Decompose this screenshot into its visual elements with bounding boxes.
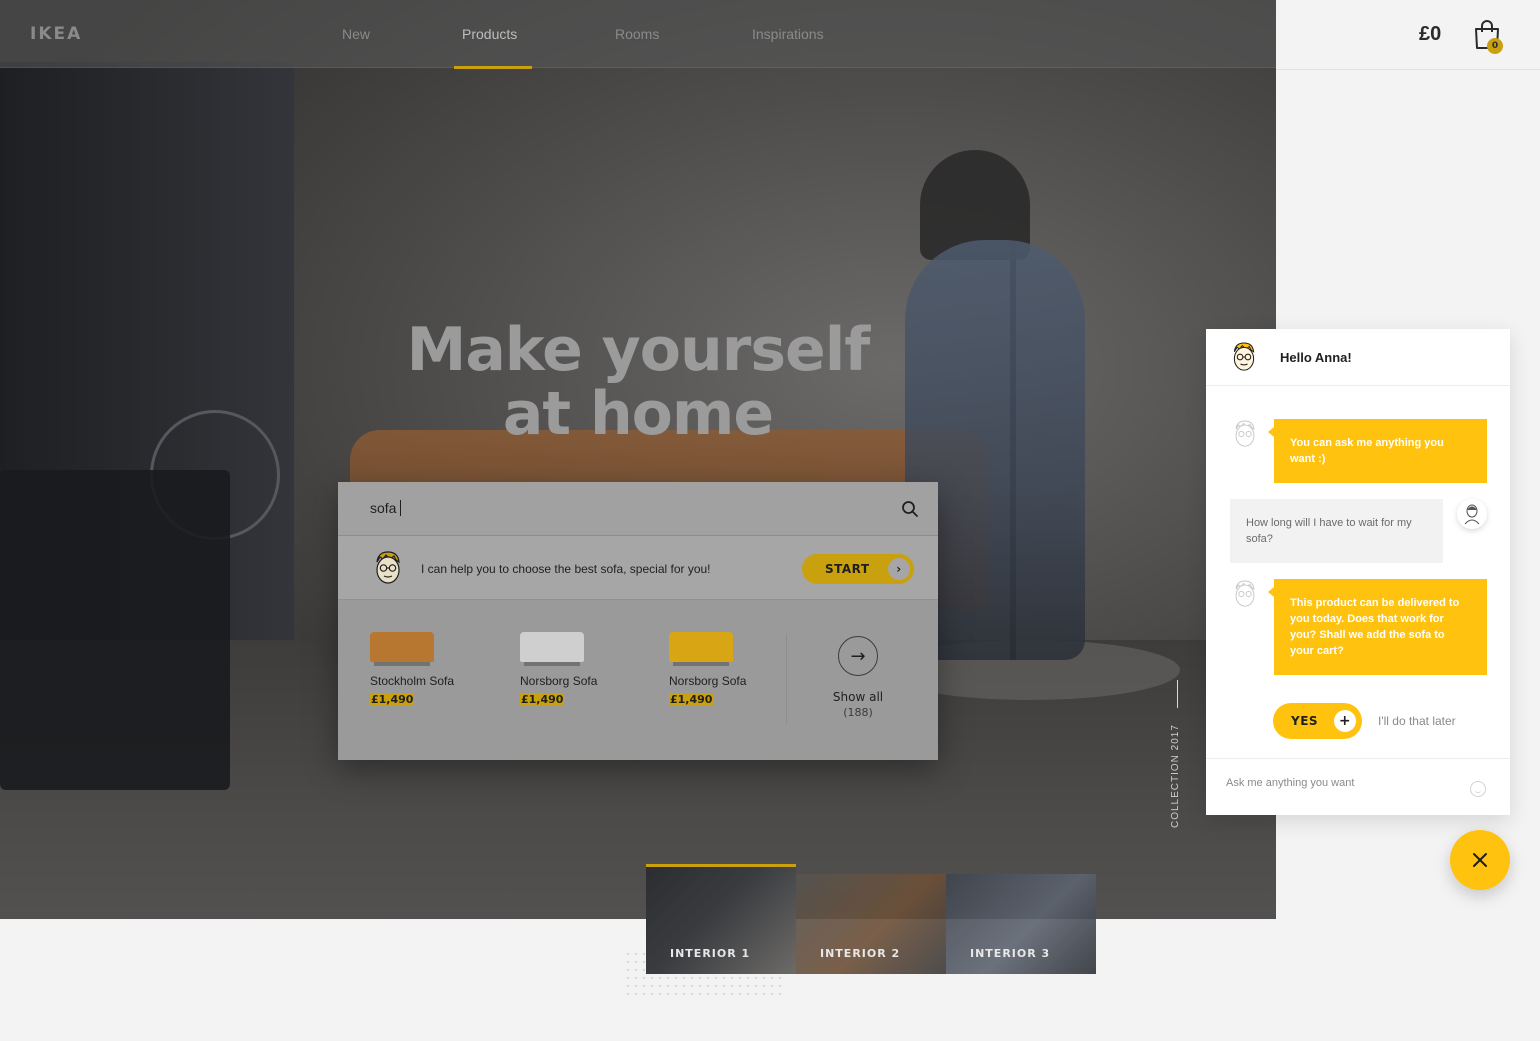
user-message: How long will I have to wait for my sofa…: [1230, 499, 1443, 563]
search-icon[interactable]: [901, 500, 919, 518]
later-link[interactable]: I'll do that later: [1378, 714, 1456, 728]
chat-panel: Hello Anna! You can ask me anything you …: [1206, 329, 1510, 815]
nav-rooms[interactable]: Rooms: [615, 26, 659, 42]
ikea-logo[interactable]: IKEA: [30, 24, 82, 44]
collection-label: COLLECTION 2017: [1170, 724, 1181, 828]
product-price: £1,490: [520, 693, 565, 706]
sofa-thumbnail: [520, 632, 584, 666]
product-item[interactable]: Norsborg Sofa £1,490: [520, 632, 650, 707]
close-icon: [1473, 853, 1487, 867]
nav-products[interactable]: Products: [462, 26, 517, 42]
chat-greeting: Hello Anna!: [1280, 350, 1352, 365]
chat-input[interactable]: [1226, 777, 1456, 789]
assistant-avatar-icon: [376, 551, 400, 584]
hero-chair: [0, 470, 230, 790]
nav-inspirations[interactable]: Inspirations: [752, 26, 824, 42]
bot-message: This product can be delivered to you tod…: [1268, 579, 1487, 675]
top-navigation: IKEA New Products Rooms Inspirations £0 …: [0, 0, 1540, 70]
chat-header: Hello Anna!: [1206, 329, 1510, 386]
bot-avatar-icon: [1235, 580, 1255, 607]
chevron-right-icon: ›: [888, 558, 910, 580]
hero-headline: Make yourself at home: [338, 318, 938, 446]
interior-thumb-1[interactable]: INTERIOR 1: [646, 864, 796, 974]
chat-input-row: [1206, 758, 1510, 815]
product-name: Norsborg Sofa: [520, 674, 598, 688]
search-panel: I can help you to choose the best sofa, …: [338, 482, 938, 760]
nav-active-indicator: [454, 66, 532, 69]
assistant-message: I can help you to choose the best sofa, …: [421, 562, 711, 576]
interior-thumb-2[interactable]: INTERIOR 2: [796, 874, 946, 974]
start-button[interactable]: START ›: [802, 554, 914, 584]
interior-thumb-3[interactable]: INTERIOR 3: [946, 874, 1096, 974]
interior-carousel: INTERIOR 1 INTERIOR 2 INTERIOR 3: [646, 864, 1096, 974]
hero-background: COLLECTION 2017: [0, 0, 1276, 919]
user-portrait-icon: [1464, 504, 1480, 525]
yes-button[interactable]: YES +: [1273, 703, 1362, 739]
interior-label: INTERIOR 2: [820, 947, 901, 960]
text-caret: [400, 500, 401, 516]
assistant-avatar-icon: [1233, 342, 1255, 371]
plus-icon: +: [1334, 710, 1356, 732]
interior-label: INTERIOR 1: [670, 947, 751, 960]
bot-avatar-icon: [1235, 420, 1255, 447]
product-name: Stockholm Sofa: [370, 674, 455, 688]
product-item[interactable]: Norsborg Sofa £1,490: [669, 632, 799, 707]
close-chat-button[interactable]: [1450, 830, 1510, 890]
product-name: Norsborg Sofa: [669, 674, 747, 688]
product-price: £1,490: [370, 693, 415, 706]
sofa-thumbnail: [370, 632, 434, 666]
start-button-label: START: [825, 562, 870, 576]
show-all-button[interactable]: → Show all (188): [808, 636, 908, 719]
interior-label: INTERIOR 3: [970, 947, 1051, 960]
headline-line-2: at home: [502, 379, 774, 449]
assistant-suggestion: I can help you to choose the best sofa, …: [338, 536, 938, 600]
yes-button-label: YES: [1291, 714, 1319, 728]
emoji-icon[interactable]: [1470, 781, 1486, 797]
collection-line: [1177, 680, 1178, 708]
arrow-right-icon: →: [838, 636, 878, 676]
product-price: £1,490: [669, 693, 714, 706]
search-input[interactable]: [370, 500, 870, 516]
nav-new[interactable]: New: [342, 26, 370, 42]
search-bar: [338, 482, 938, 536]
product-item[interactable]: Stockholm Sofa £1,490: [370, 632, 500, 707]
divider: [786, 634, 787, 724]
cart-count-badge: 0: [1487, 38, 1503, 54]
bot-message: You can ask me anything you want :): [1268, 419, 1487, 483]
headline-line-1: Make yourself: [406, 315, 871, 385]
user-avatar: [1457, 499, 1487, 529]
show-all-count: (188): [843, 706, 873, 719]
show-all-label: Show all: [832, 690, 884, 704]
cart-total: £0: [1419, 23, 1442, 45]
sofa-thumbnail: [669, 632, 733, 666]
